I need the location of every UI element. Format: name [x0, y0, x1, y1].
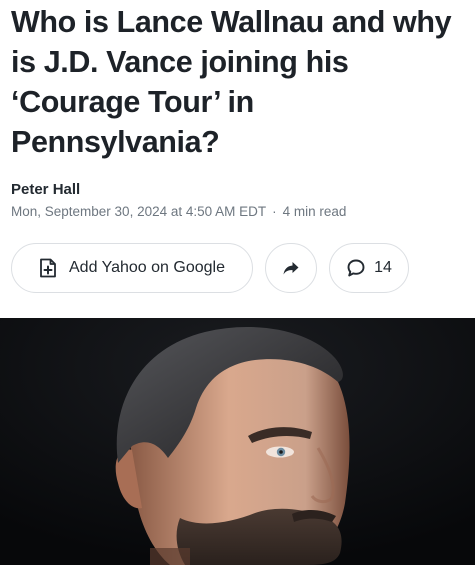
plus-document-icon	[39, 258, 57, 278]
article-meta: Mon, September 30, 2024 at 4:50 AM EDT · 4…	[11, 204, 346, 219]
comment-bubble-icon	[346, 258, 366, 278]
article-header: Who is Lance Wallnau and why is J.D. Van…	[0, 0, 475, 565]
article-photo	[0, 318, 475, 565]
author-name[interactable]: Peter Hall	[11, 181, 80, 198]
share-arrow-icon	[282, 260, 300, 276]
headline: Who is Lance Wallnau and why is J.D. Van…	[11, 5, 452, 159]
comment-count: 14	[374, 259, 392, 276]
action-bar: Add Yahoo on Google 14	[11, 243, 409, 293]
share-button[interactable]	[265, 243, 317, 293]
add-yahoo-on-google-button[interactable]: Add Yahoo on Google	[11, 243, 253, 293]
comments-button[interactable]: 14	[329, 243, 409, 293]
read-time: 4 min read	[282, 204, 347, 219]
portrait-image	[0, 318, 475, 565]
add-yahoo-on-google-label: Add Yahoo on Google	[69, 259, 225, 276]
meta-separator: ·	[272, 204, 277, 219]
publish-date: Mon, September 30, 2024 at 4:50 AM EDT	[11, 204, 267, 219]
